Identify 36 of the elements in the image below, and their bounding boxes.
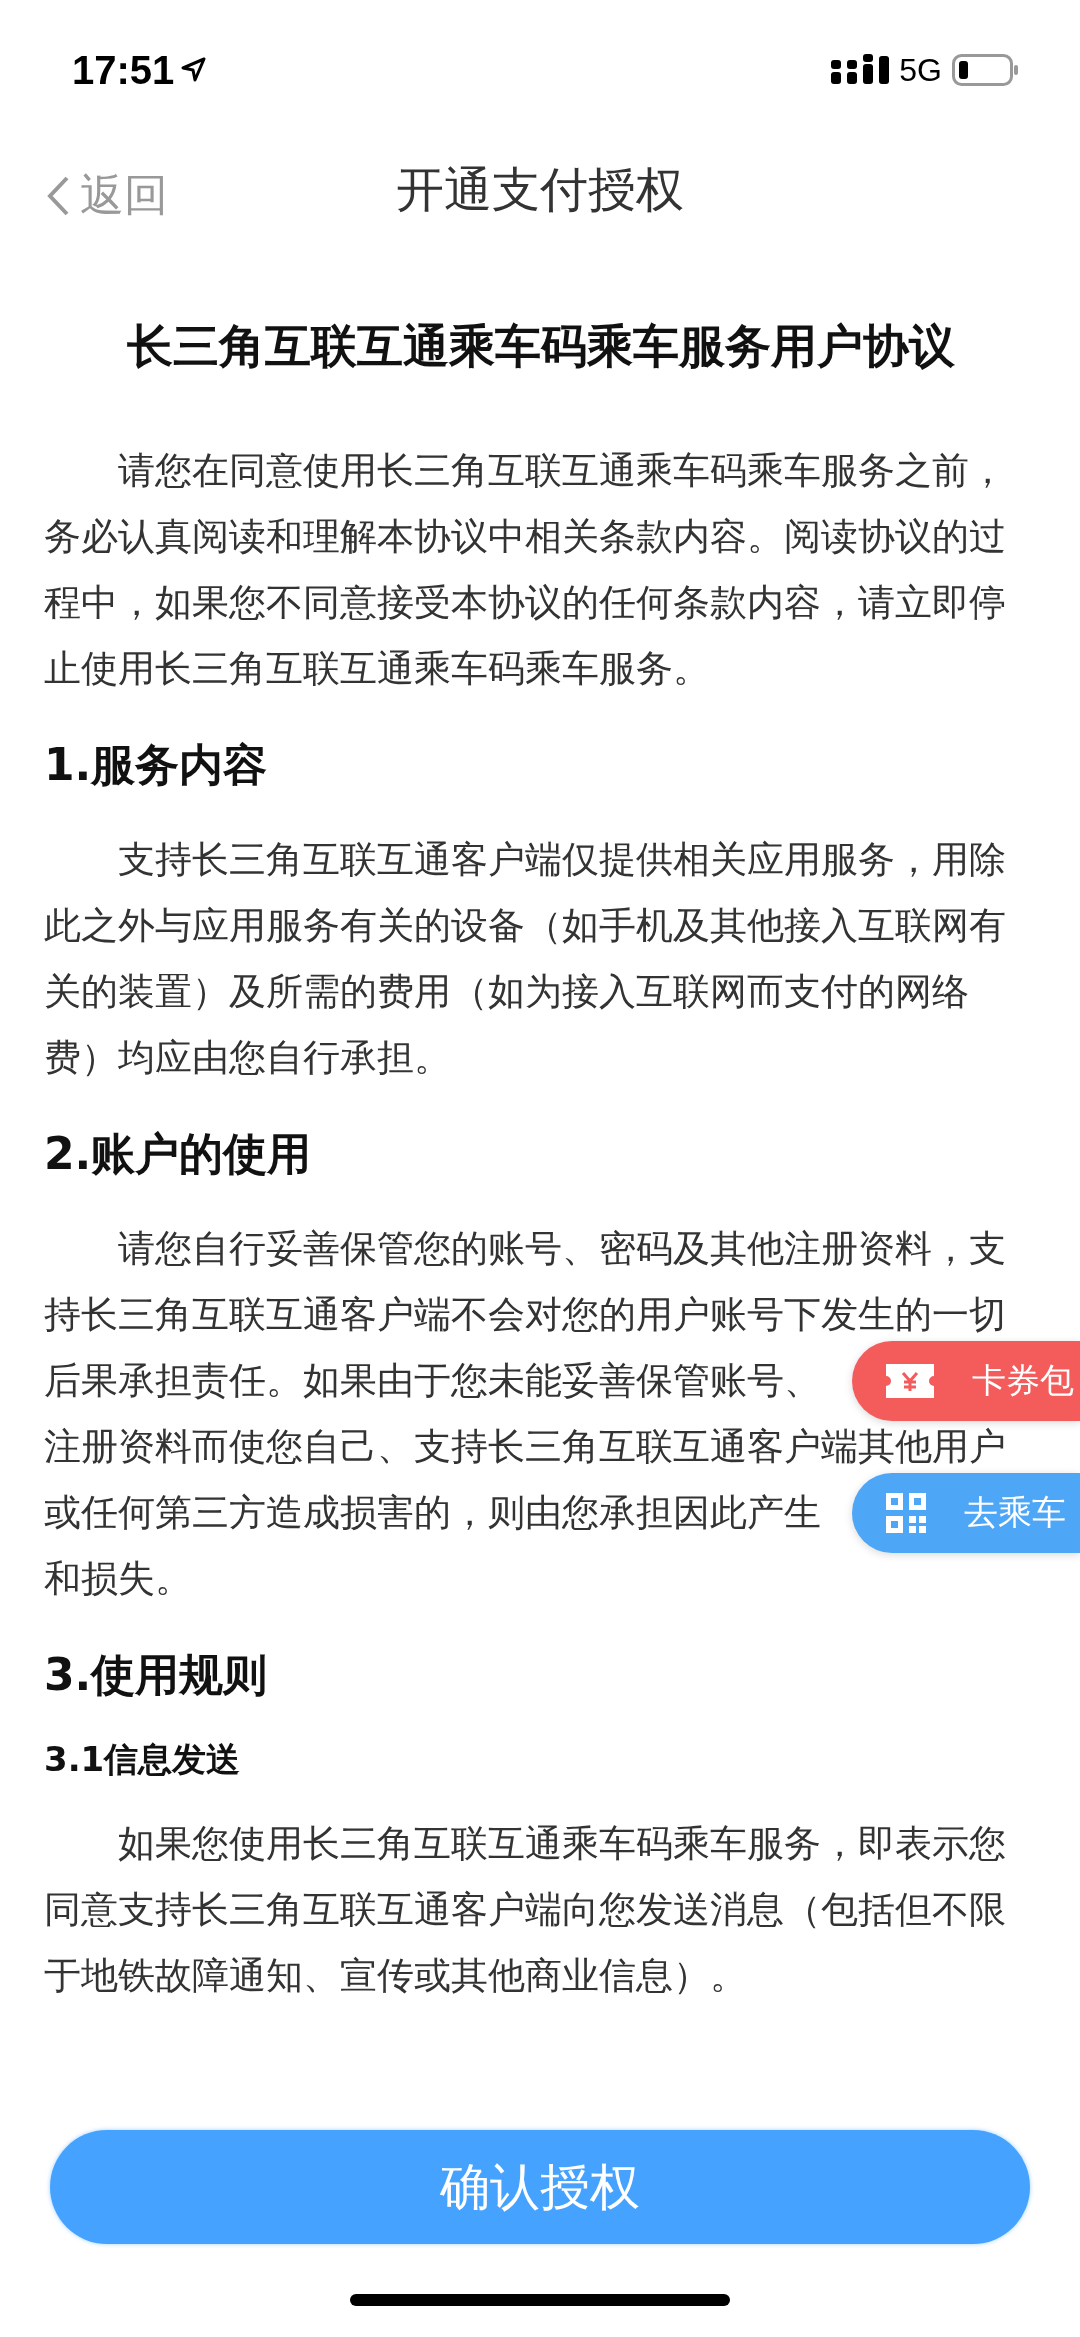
home-indicator[interactable] bbox=[350, 2294, 730, 2306]
text-line: 支持长三角互联互通客户端仅提供相关应用服务，用除 bbox=[117, 837, 1006, 883]
text-line: 请您在同意使用长三角互联互通乘车码乘车服务之前， bbox=[117, 448, 1006, 494]
back-chevron-icon bbox=[46, 174, 70, 217]
qr-code-icon bbox=[886, 1493, 926, 1533]
text-line: 持长三角互联互通客户端不会对您的用户账号下发生的一切 bbox=[44, 1292, 1006, 1338]
ticket-icon bbox=[886, 1364, 934, 1398]
section-heading: 1.服务内容 bbox=[44, 738, 269, 792]
text-line: 此之外与应用服务有关的设备（如手机及其他接入互联网有 bbox=[44, 903, 1006, 949]
subsection-heading: 3.1信息发送 bbox=[44, 1738, 242, 1781]
text-line: 务必认真阅读和理解本协议中相关条款内容。阅读协议的过 bbox=[44, 514, 1006, 560]
battery-icon bbox=[952, 54, 1018, 86]
text-line: 后果承担责任。如果由于您未能妥善保管账号、 bbox=[44, 1358, 821, 1404]
text-line: 于地铁故障通知、宣传或其他商业信息）。 bbox=[44, 1953, 747, 1999]
text-line: 请您自行妥善保管您的账号、密码及其他注册资料，支 bbox=[117, 1226, 1006, 1272]
location-arrow-icon bbox=[180, 57, 207, 83]
text-line: 关的装置）及所需的费用（如为接入互联网而支付的网络 bbox=[44, 969, 969, 1015]
text-line: 和损失。 bbox=[44, 1556, 192, 1602]
text-line: 注册资料而使您自己、支持长三角互联互通客户端其他用户 bbox=[44, 1424, 1006, 1470]
text-line: 或任何第三方造成损害的，则由您承担因此产生 bbox=[44, 1490, 821, 1536]
text-line: 程中，如果您不同意接受本协议的任何条款内容，请立即停 bbox=[44, 580, 1006, 626]
status-time: 17:51 bbox=[72, 47, 175, 93]
section-heading: 2.账户的使用 bbox=[44, 1127, 313, 1181]
signal-icon bbox=[831, 54, 890, 86]
confirm-button[interactable]: 确认授权 bbox=[50, 2130, 1030, 2244]
text-line: 费）均应由您自行承担。 bbox=[44, 1035, 451, 1081]
network-label: 5G bbox=[899, 51, 942, 89]
text-line: 如果您使用长三角互联互通乘车码乘车服务，即表示您 bbox=[117, 1821, 1006, 1867]
section-heading: 3.使用规则 bbox=[44, 1648, 269, 1702]
text-line: 同意支持长三角互联互通客户端向您发送消息（包括但不限 bbox=[44, 1887, 1006, 1933]
page-title: 开通支付授权 bbox=[396, 160, 684, 219]
agreement-title: 长三角互联互通乘车码乘车服务用户协议 bbox=[126, 318, 956, 375]
text-line: 止使用长三角互联互通乘车码乘车服务。 bbox=[44, 646, 710, 692]
back-button[interactable]: 返回 bbox=[40, 160, 174, 231]
floating-button[interactable]: 去乘车 bbox=[852, 1473, 1080, 1553]
floating-button[interactable]: 卡券包 bbox=[852, 1341, 1080, 1421]
